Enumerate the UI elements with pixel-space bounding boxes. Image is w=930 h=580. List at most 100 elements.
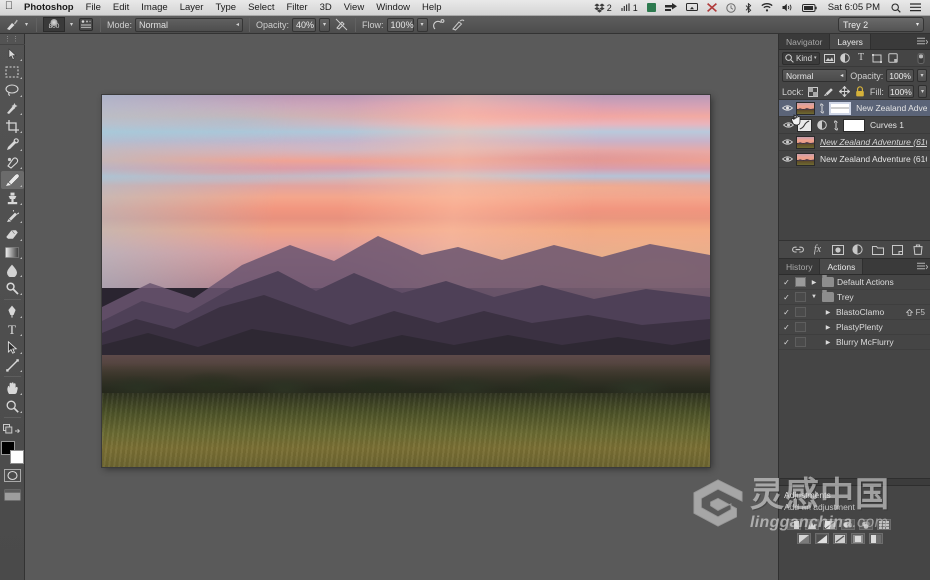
- chevron-right-icon[interactable]: ▶: [823, 339, 833, 346]
- lasso-tool[interactable]: [1, 81, 24, 99]
- color-balance-icon[interactable]: [797, 533, 811, 544]
- pen-tool[interactable]: [1, 302, 24, 320]
- new-group-icon[interactable]: [871, 243, 884, 256]
- table-row[interactable]: New Zealand Adventure (616...: [779, 151, 930, 168]
- rectangular-marquee-tool[interactable]: [1, 63, 24, 81]
- x-close-icon[interactable]: [703, 3, 721, 12]
- action-modal-toggle[interactable]: [795, 307, 806, 317]
- panel-menu-icon[interactable]: [914, 34, 930, 49]
- eraser-tool[interactable]: [1, 225, 24, 243]
- brush-preset-caret-icon[interactable]: ▾: [68, 17, 75, 32]
- action-modal-toggle[interactable]: [795, 337, 806, 347]
- layer-name[interactable]: New Zealand Adventure (616...: [818, 154, 927, 164]
- clock-icon[interactable]: [722, 2, 740, 13]
- actions-empty-area[interactable]: [779, 350, 930, 478]
- channel-mixer-icon[interactable]: [851, 533, 865, 544]
- shape-filter-icon[interactable]: [871, 52, 884, 65]
- exposure-icon[interactable]: [841, 519, 855, 530]
- layer-name[interactable]: Curves 1: [868, 120, 904, 130]
- action-name[interactable]: Blurry McFlurry: [836, 337, 894, 347]
- menu-item-layer[interactable]: Layer: [174, 0, 210, 16]
- quick-mask-icon[interactable]: [3, 468, 22, 483]
- menu-item-3d[interactable]: 3D: [314, 0, 338, 16]
- pixel-filter-icon[interactable]: [823, 52, 836, 65]
- layers-empty-area[interactable]: [779, 168, 930, 240]
- hand-tool[interactable]: [1, 379, 24, 397]
- action-modal-toggle[interactable]: [795, 292, 806, 302]
- clone-stamp-tool[interactable]: [1, 189, 24, 207]
- chevron-down-icon[interactable]: ▼: [809, 294, 819, 300]
- layer-name[interactable]: New Zealand Adve...: [854, 103, 927, 113]
- link-layers-icon[interactable]: [791, 243, 804, 256]
- airbrush-icon[interactable]: [431, 17, 447, 33]
- brush-tool[interactable]: [0, 171, 24, 189]
- menu-item-help[interactable]: Help: [416, 0, 448, 16]
- layer-name[interactable]: New Zealand Adventure (616...: [818, 137, 927, 147]
- brightness-contrast-icon[interactable]: [787, 519, 801, 530]
- color-lookup-icon[interactable]: [869, 533, 883, 544]
- menu-item-view[interactable]: View: [338, 0, 370, 16]
- fill-stepper[interactable]: ▾: [917, 85, 928, 98]
- list-item[interactable]: ✓ ▶ BlastoClamo F5: [779, 305, 930, 320]
- bluetooth-icon[interactable]: [741, 2, 756, 13]
- filter-toggle-switch[interactable]: [914, 52, 927, 65]
- tab-navigator[interactable]: Navigator: [779, 34, 831, 49]
- evernote-icon[interactable]: [643, 3, 660, 12]
- chevron-right-icon[interactable]: ▶: [823, 324, 833, 331]
- layer-visibility-toggle[interactable]: [782, 136, 793, 149]
- layer-filter-kind-select[interactable]: Kind ▾: [782, 51, 820, 65]
- layer-link-icon[interactable]: [818, 102, 826, 115]
- document-workspace[interactable]: [25, 34, 778, 580]
- dodge-tool[interactable]: [1, 279, 24, 297]
- lock-position-icon[interactable]: [839, 85, 851, 98]
- tab-layers[interactable]: Layers: [830, 34, 871, 49]
- screen-mode-icon[interactable]: [3, 487, 22, 502]
- smart-object-filter-icon[interactable]: [887, 52, 900, 65]
- layer-blend-mode-select[interactable]: Normal ◂: [782, 69, 848, 82]
- shape-tool[interactable]: [1, 356, 24, 374]
- action-set-name[interactable]: Default Actions: [837, 277, 894, 287]
- spot-healing-brush-tool[interactable]: [1, 153, 24, 171]
- menu-item-image[interactable]: Image: [135, 0, 173, 16]
- workspace-select[interactable]: Trey 2 ▾: [838, 17, 924, 32]
- path-selection-tool[interactable]: [1, 338, 24, 356]
- menu-item-photoshop[interactable]: Photoshop: [18, 0, 80, 16]
- list-icon[interactable]: [906, 3, 925, 12]
- layer-mask-thumbnail[interactable]: [843, 118, 865, 132]
- black-white-icon[interactable]: [815, 533, 829, 544]
- menu-item-type[interactable]: Type: [209, 0, 242, 16]
- action-set-name[interactable]: Trey: [837, 292, 854, 302]
- dropbox-icon[interactable]: 2: [590, 0, 616, 16]
- action-modal-toggle[interactable]: [795, 277, 806, 287]
- gradient-tool[interactable]: [1, 243, 24, 261]
- background-color-swatch[interactable]: [9, 450, 24, 464]
- photo-filter-icon[interactable]: [833, 533, 847, 544]
- eyedropper-tool[interactable]: [1, 135, 24, 153]
- layer-style-icon[interactable]: fx: [811, 243, 824, 256]
- vibrance-icon[interactable]: [859, 519, 873, 530]
- add-layer-mask-icon[interactable]: [831, 243, 844, 256]
- hue-saturation-icon[interactable]: [877, 519, 891, 530]
- wifi-icon[interactable]: [757, 3, 777, 12]
- zoom-tool[interactable]: [1, 397, 24, 415]
- layer-thumbnail[interactable]: [796, 135, 815, 149]
- layer-thumbnail[interactable]: [796, 152, 815, 166]
- fill-value[interactable]: 100%: [887, 85, 914, 98]
- battery-icon[interactable]: [798, 3, 821, 12]
- brush-panel-toggle[interactable]: [78, 17, 94, 33]
- menu-item-select[interactable]: Select: [242, 0, 280, 16]
- airplay-icon[interactable]: [682, 3, 702, 12]
- tool-preset-caret-icon[interactable]: ▾: [23, 17, 30, 32]
- volume-icon[interactable]: [778, 3, 797, 12]
- action-enabled-check[interactable]: ✓: [781, 308, 792, 317]
- table-row[interactable]: New Zealand Adventure (616...: [779, 134, 930, 151]
- menu-item-window[interactable]: Window: [370, 0, 416, 16]
- history-brush-tool[interactable]: [1, 207, 24, 225]
- pressure-opacity-icon[interactable]: [333, 17, 349, 33]
- chevron-right-icon[interactable]: ▶: [809, 279, 819, 286]
- curves-icon[interactable]: [823, 519, 837, 530]
- flow-input[interactable]: 100%: [386, 17, 414, 32]
- pressure-size-icon[interactable]: [450, 17, 466, 33]
- menu-item-edit[interactable]: Edit: [107, 0, 135, 16]
- type-filter-icon[interactable]: T: [855, 52, 868, 65]
